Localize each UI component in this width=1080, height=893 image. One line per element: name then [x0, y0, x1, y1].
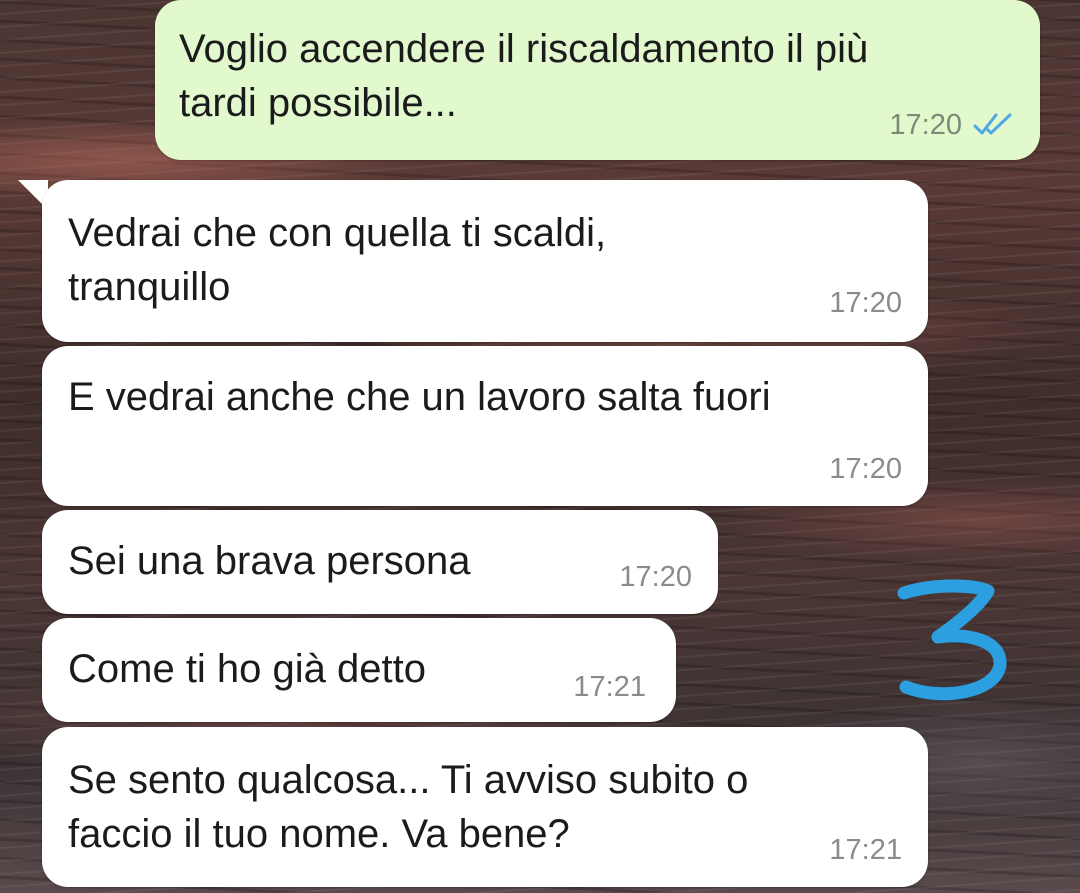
message-meta: 17:20 — [889, 108, 1014, 142]
message-bubble-incoming[interactable]: Sei una brava persona 17:20 — [42, 510, 718, 614]
handwritten-number-annotation — [897, 579, 1007, 701]
message-text: Vedrai che con quella ti scaldi, tranqui… — [68, 211, 607, 309]
message-bubble-incoming[interactable]: Come ti ho già detto 17:21 — [42, 618, 676, 722]
double-check-read-icon — [973, 113, 1012, 135]
message-bubble-incoming[interactable]: Vedrai che con quella ti scaldi, tranqui… — [42, 180, 928, 342]
message-text: Sei una brava persona — [68, 539, 471, 583]
message-text: E vedrai anche che un lavoro salta fuori — [68, 375, 771, 419]
message-time: 17:21 — [829, 834, 902, 866]
message-bubble-incoming[interactable]: E vedrai anche che un lavoro salta fuori… — [42, 346, 928, 506]
message-time: 17:21 — [573, 671, 646, 703]
message-text: Voglio accendere il riscaldamento il più… — [179, 27, 869, 125]
message-bubble-incoming[interactable]: Se sento qualcosa... Ti avviso subito o … — [42, 727, 928, 887]
message-time: 17:20 — [829, 287, 902, 319]
message-time: 17:20 — [829, 453, 902, 485]
message-time: 17:20 — [889, 109, 962, 141]
message-text: Come ti ho già detto — [68, 647, 426, 691]
message-bubble-outgoing[interactable]: Voglio accendere il riscaldamento il più… — [155, 0, 1040, 160]
message-text: Se sento qualcosa... Ti avviso subito o … — [68, 758, 749, 856]
message-time: 17:20 — [619, 561, 692, 593]
